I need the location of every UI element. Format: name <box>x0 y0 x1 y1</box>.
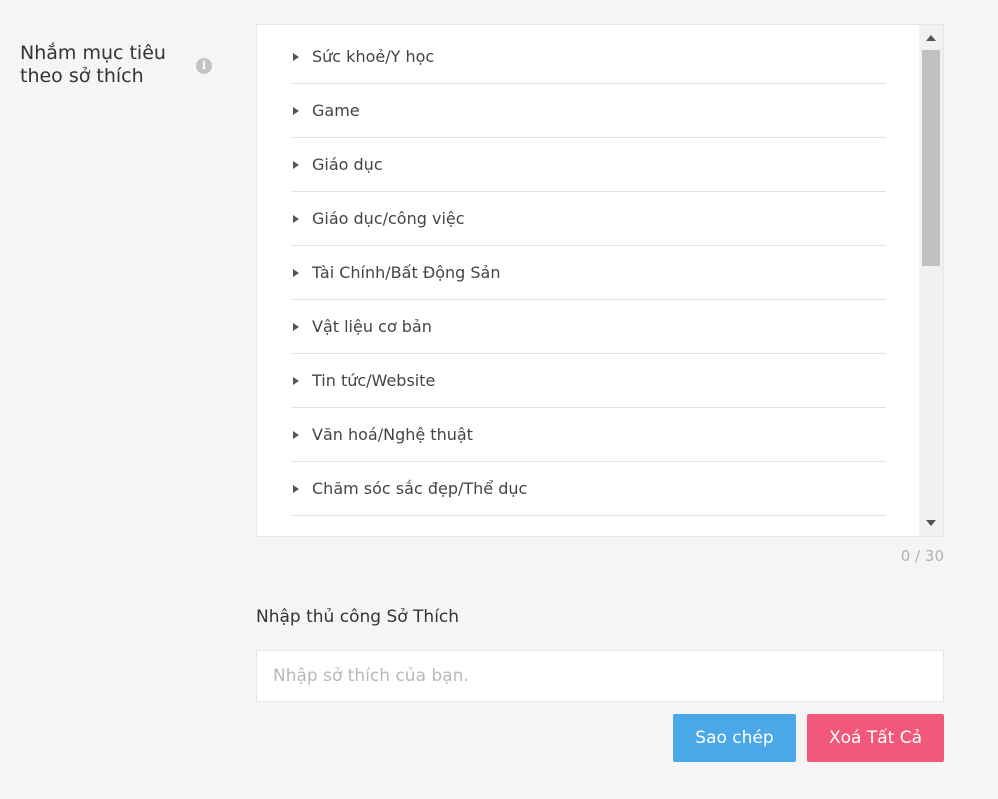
caret-right-icon <box>293 268 299 277</box>
caret-right-icon <box>293 322 299 331</box>
category-item[interactable]: Văn hoá/Nghệ thuật <box>291 408 886 462</box>
scroll-down-arrow-icon[interactable] <box>926 520 936 526</box>
category-item[interactable]: Game <box>291 84 886 138</box>
manual-interest-input[interactable] <box>256 650 944 702</box>
copy-button[interactable]: Sao chép <box>673 714 796 762</box>
category-label: Chăm sóc sắc đẹp/Thể dục <box>312 479 528 498</box>
category-items: Sức khoẻ/Y học Game Giáo dục Giáo dục/công … <box>291 30 886 516</box>
category-item[interactable]: Tài Chính/Bất Động Sản <box>291 246 886 300</box>
interest-targeting-label: Nhắm mục tiêu theo sở thích <box>20 42 166 87</box>
category-item[interactable]: Vật liệu cơ bản <box>291 300 886 354</box>
scroll-thumb[interactable] <box>922 50 940 266</box>
caret-right-icon <box>293 106 299 115</box>
category-label: Văn hoá/Nghệ thuật <box>312 425 473 444</box>
category-item[interactable]: Tin tức/Website <box>291 354 886 408</box>
category-label: Tài Chính/Bất Động Sản <box>312 263 501 282</box>
caret-right-icon <box>293 52 299 61</box>
caret-right-icon <box>293 430 299 439</box>
category-label: Giáo dục <box>312 155 383 174</box>
manual-interest-label: Nhập thủ công Sở Thích <box>256 607 460 627</box>
list-scrollbar[interactable] <box>919 25 943 536</box>
category-label: Vật liệu cơ bản <box>312 317 432 336</box>
scroll-up-arrow-icon[interactable] <box>926 35 936 41</box>
category-label: Game <box>312 101 360 120</box>
selection-counter: 0 / 30 <box>900 547 944 565</box>
caret-right-icon <box>293 376 299 385</box>
category-label: Giáo dục/công việc <box>312 209 465 228</box>
info-icon[interactable]: i <box>196 58 212 74</box>
caret-right-icon <box>293 484 299 493</box>
category-label: Sức khoẻ/Y học <box>312 47 435 66</box>
category-item[interactable]: Sức khoẻ/Y học <box>291 30 886 84</box>
category-item[interactable]: Chăm sóc sắc đẹp/Thể dục <box>291 462 886 516</box>
category-item[interactable]: Giáo dục <box>291 138 886 192</box>
category-label: Tin tức/Website <box>312 371 436 390</box>
caret-right-icon <box>293 214 299 223</box>
interest-category-list[interactable]: Sức khoẻ/Y học Game Giáo dục Giáo dục/công … <box>256 24 944 537</box>
clear-all-button[interactable]: Xoá Tất Cả <box>807 714 944 762</box>
category-item[interactable]: Giáo dục/công việc <box>291 192 886 246</box>
caret-right-icon <box>293 160 299 169</box>
